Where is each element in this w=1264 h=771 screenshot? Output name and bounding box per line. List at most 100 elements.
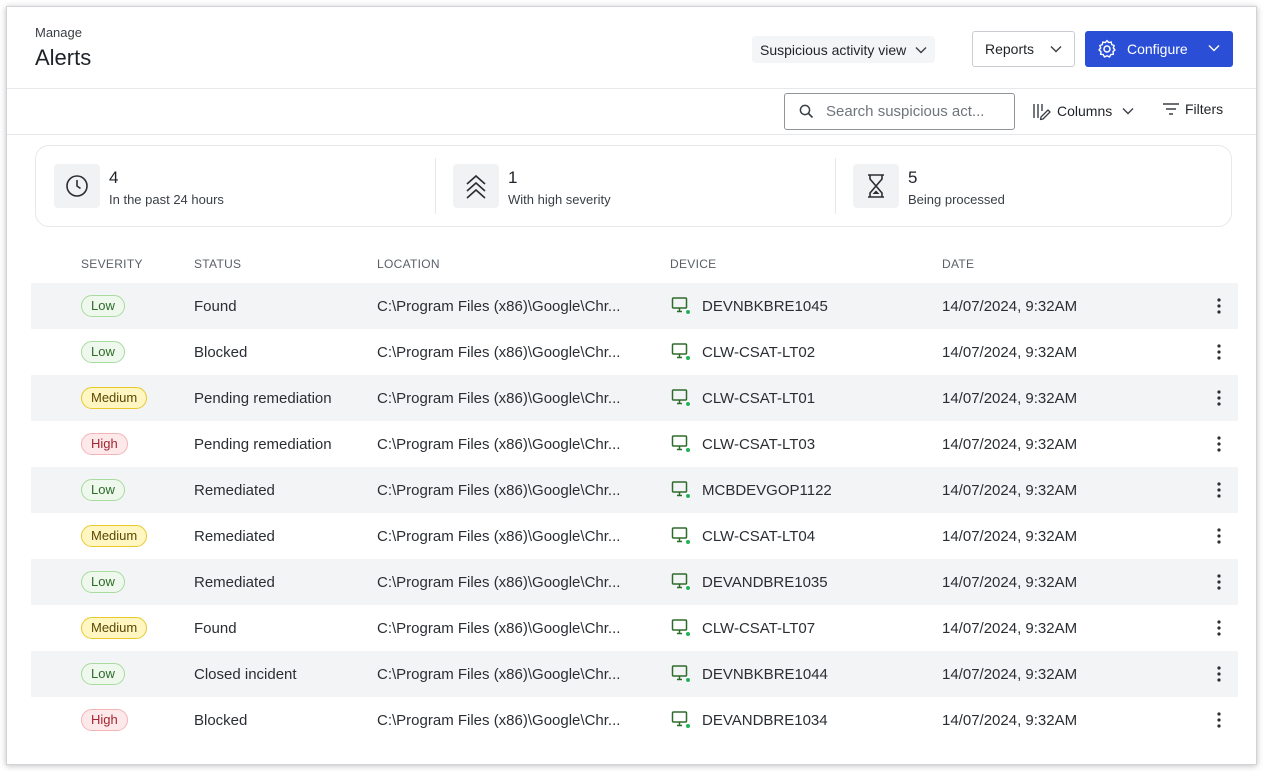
row-actions-button[interactable] [1207, 559, 1231, 605]
column-header-severity[interactable]: SEVERITY [81, 257, 143, 271]
severity-cell: Low [81, 467, 125, 513]
table-row[interactable]: High Pending remediation C:\Program Files … [31, 421, 1238, 467]
status-cell: Closed incident [194, 665, 297, 683]
online-status-dot [685, 355, 691, 361]
status-cell: Found [194, 619, 237, 637]
more-vertical-icon [1217, 528, 1221, 544]
row-actions-button[interactable] [1207, 421, 1231, 467]
monitor-icon [671, 388, 691, 408]
location-text: C:\Program Files (x86)\Google\Chr... [377, 711, 621, 729]
device-cell: CLW-CSAT-LT01 [671, 375, 815, 421]
columns-button[interactable]: Columns [1032, 101, 1134, 121]
column-header-location[interactable]: LOCATION [377, 257, 440, 271]
configure-button[interactable]: Configure [1085, 31, 1233, 67]
device-name[interactable]: MCBDEVGOP1122 [702, 482, 832, 499]
table-row[interactable]: Medium Pending remediation C:\Program File… [31, 375, 1238, 421]
severity-badge: Low [81, 571, 125, 593]
severity-cell: High [81, 421, 128, 467]
monitor-icon [671, 618, 691, 638]
stat-label: Being processed [908, 192, 1005, 207]
device-cell: DEVNBKBRE1044 [671, 651, 828, 697]
table-row[interactable]: Medium Remediated C:\Program Files (x86)\G… [31, 513, 1238, 559]
row-actions-button[interactable] [1207, 375, 1231, 421]
severity-badge: Medium [81, 525, 148, 547]
row-actions-button[interactable] [1207, 697, 1231, 743]
device-cell: DEVANDBRE1035 [671, 559, 828, 605]
row-actions-button[interactable] [1207, 513, 1231, 559]
search-icon [799, 104, 814, 119]
table-row[interactable]: Low Closed incident C:\Program Files (x86)… [31, 651, 1238, 697]
severity-cell: Low [81, 283, 125, 329]
row-actions-button[interactable] [1207, 283, 1231, 329]
online-status-dot [685, 539, 691, 545]
online-status-dot [685, 309, 691, 315]
status-cell: Remediated [194, 573, 275, 591]
location-cell: C:\Program Files (x86)\Google\Chr... [377, 697, 645, 743]
table-row[interactable]: High Blocked C:\Program Files (x86)\Google… [31, 697, 1238, 743]
table-row[interactable]: Low Remediated C:\Program Files (x86)\Goog… [31, 559, 1238, 605]
date-cell: 14/07/2024, 9:32AM [942, 297, 1078, 315]
date-cell: 14/07/2024, 9:32AM [942, 573, 1078, 591]
stat-icon-box [54, 164, 100, 208]
table-row[interactable]: Medium Found C:\Program Files (x86)\Google… [31, 605, 1238, 651]
monitor-icon [671, 526, 691, 546]
location-cell: C:\Program Files (x86)\Google\Chr... [377, 559, 645, 605]
device-name[interactable]: CLW-CSAT-LT02 [702, 344, 815, 361]
monitor-icon [671, 342, 691, 362]
online-status-dot [685, 631, 691, 637]
location-cell: C:\Program Files (x86)\Google\Chr... [377, 651, 645, 697]
device-name[interactable]: CLW-CSAT-LT03 [702, 436, 815, 453]
severity-badge: Low [81, 663, 125, 685]
severity-badge: Low [81, 295, 125, 317]
column-header-status[interactable]: STATUS [194, 257, 241, 271]
row-actions-button[interactable] [1207, 329, 1231, 375]
device-name[interactable]: CLW-CSAT-LT04 [702, 528, 815, 545]
column-header-date[interactable]: DATE [942, 257, 974, 271]
table-row[interactable]: Low Blocked C:\Program Files (x86)\Google\… [31, 329, 1238, 375]
location-text: C:\Program Files (x86)\Google\Chr... [377, 527, 621, 545]
severity-badge: High [81, 709, 128, 731]
double-chevron-up-icon [466, 174, 486, 199]
columns-edit-icon [1033, 104, 1051, 121]
breadcrumb[interactable]: Manage [35, 25, 82, 40]
location-text: C:\Program Files (x86)\Google\Chr... [377, 573, 621, 591]
column-header-device[interactable]: DEVICE [670, 257, 716, 271]
filters-button[interactable]: Filters [1162, 101, 1223, 117]
device-name[interactable]: DEVANDBRE1035 [702, 574, 828, 591]
view-select-dropdown[interactable]: Suspicious activity view [752, 36, 936, 63]
monitor-icon [671, 664, 691, 684]
table-header: SEVERITY STATUS LOCATION DEVICE DATE [31, 243, 1238, 283]
row-actions-button[interactable] [1207, 605, 1231, 651]
location-text: C:\Program Files (x86)\Google\Chr... [377, 297, 621, 315]
clock-icon [66, 175, 88, 197]
date-cell: 14/07/2024, 9:32AM [942, 527, 1078, 545]
location-cell: C:\Program Files (x86)\Google\Chr... [377, 375, 645, 421]
page-header: Manage Alerts Suspicious activity view R… [7, 7, 1256, 89]
more-vertical-icon [1217, 482, 1221, 498]
location-text: C:\Program Files (x86)\Google\Chr... [377, 343, 621, 361]
device-name[interactable]: DEVNBKBRE1044 [702, 666, 828, 683]
stats-panel: 4 In the past 24 hours 1 With high sever… [35, 145, 1232, 227]
reports-button[interactable]: Reports [972, 31, 1075, 67]
severity-cell: Medium [81, 513, 148, 559]
location-text: C:\Program Files (x86)\Google\Chr... [377, 619, 621, 637]
filter-icon [1163, 103, 1179, 115]
device-cell: DEVNBKBRE1045 [671, 283, 828, 329]
search-input[interactable] [826, 103, 1004, 120]
row-actions-button[interactable] [1207, 467, 1231, 513]
view-select-label: Suspicious activity view [760, 41, 907, 58]
alerts-table: SEVERITY STATUS LOCATION DEVICE DATE Low… [31, 243, 1238, 743]
device-name[interactable]: DEVANDBRE1034 [702, 712, 828, 729]
table-row[interactable]: Low Remediated C:\Program Files (x86)\Goog… [31, 467, 1238, 513]
stat-value: 5 [908, 168, 918, 187]
device-name[interactable]: CLW-CSAT-LT07 [702, 620, 815, 637]
device-name[interactable]: DEVNBKBRE1045 [702, 298, 828, 315]
search-box[interactable] [784, 93, 1015, 130]
row-actions-button[interactable] [1207, 651, 1231, 697]
date-cell: 14/07/2024, 9:32AM [942, 665, 1078, 683]
device-cell: CLW-CSAT-LT02 [671, 329, 815, 375]
severity-badge: Medium [81, 387, 148, 409]
device-name[interactable]: CLW-CSAT-LT01 [702, 390, 815, 407]
date-cell: 14/07/2024, 9:32AM [942, 435, 1078, 453]
table-row[interactable]: Low Found C:\Program Files (x86)\Google\Ch… [31, 283, 1238, 329]
